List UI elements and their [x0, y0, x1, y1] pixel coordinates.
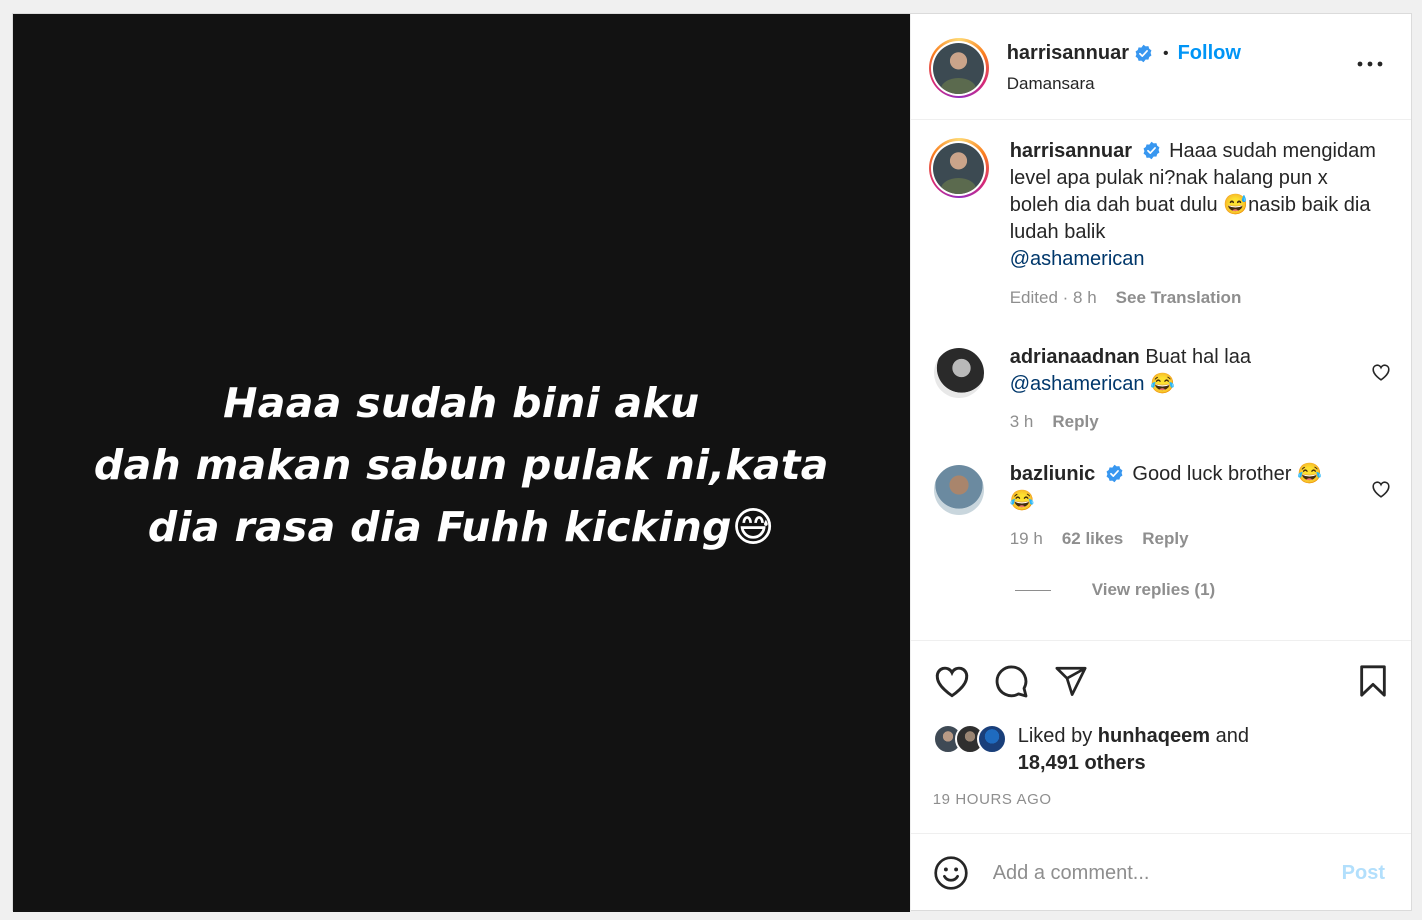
post-modal: Haaa sudah bini aku dah makan sabun pula… [12, 13, 1412, 912]
save-bookmark-icon[interactable] [1357, 664, 1389, 698]
commenter-username[interactable]: bazliunic [1010, 463, 1096, 485]
post-timestamp[interactable]: 19 HOURS AGO [933, 791, 1411, 808]
like-comment-heart-icon[interactable] [1371, 363, 1391, 381]
like-comment-heart-icon[interactable] [1371, 480, 1391, 498]
author-username[interactable]: harrisannuar [1007, 42, 1129, 65]
comment-time: 3 h [1009, 412, 1034, 431]
likes-others-count[interactable]: 18,491 others [1018, 752, 1146, 774]
post-header: harrisannuar • Follow Damansara [910, 14, 1411, 120]
liker-avatar [976, 724, 1007, 754]
avatar-photo [933, 42, 985, 94]
comment-text: Good luck brother 😂 [1132, 463, 1322, 485]
verified-badge-icon [1106, 464, 1123, 483]
reply-button[interactable]: Reply [1142, 525, 1188, 552]
comment-mention[interactable]: @ashamerican [1010, 373, 1145, 395]
follow-button[interactable]: Follow [1178, 42, 1241, 65]
more-horizontal-icon[interactable] [1357, 54, 1383, 74]
liked-by-user[interactable]: hunhaqeem [1098, 725, 1210, 747]
author-avatar[interactable] [928, 38, 989, 98]
avatar-photo [933, 142, 985, 194]
separator-dot: • [1162, 44, 1169, 62]
media-text: Haaa sudah bini aku dah makan sabun pula… [94, 372, 829, 558]
caption-mention[interactable]: @ashamerican [1010, 248, 1145, 270]
media-text-line: dia rasa dia Fuhh kicking😅 [147, 503, 775, 551]
liked-by-prefix: Liked by [1017, 725, 1093, 747]
caption-username[interactable]: harrisannuar [1010, 140, 1132, 162]
caption-time: Edited · 8 h [1009, 288, 1097, 307]
commenter-username[interactable]: adrianaadnan [1010, 346, 1140, 368]
see-translation-link[interactable]: See Translation [1116, 284, 1242, 311]
commenter-avatar[interactable] [933, 465, 984, 515]
replies-divider-line [1014, 589, 1051, 591]
comment-time: 19 h [1009, 529, 1043, 548]
post-media[interactable]: Haaa sudah bini aku dah makan sabun pula… [13, 14, 910, 912]
comment-icon[interactable] [993, 663, 1029, 699]
comment-likes-count[interactable]: 62 likes [1062, 525, 1123, 552]
comment-item: bazliunic Good luck brother 😂 😂 19 h 62 … [929, 461, 1411, 552]
media-text-line: Haaa sudah bini aku [223, 379, 700, 427]
caption: harrisannuar Haaa sudah mengidam level a… [928, 138, 1411, 311]
post-side-panel: harrisannuar • Follow Damansara harrisan… [909, 14, 1411, 912]
comment-text: Buat hal laa [1145, 346, 1251, 368]
post-comment-button[interactable]: Post [1342, 862, 1385, 885]
media-text-line: dah makan sabun pulak ni,kata [93, 441, 829, 489]
add-comment-input[interactable] [992, 861, 1313, 885]
heart-icon[interactable] [933, 664, 971, 698]
reply-button[interactable]: Reply [1052, 408, 1098, 435]
verified-badge-icon [1135, 44, 1152, 63]
liked-by-and: and [1215, 725, 1249, 747]
post-actions: Liked by hunhaqeem and 18,491 others 19 … [910, 640, 1411, 833]
add-comment-bar: Post [910, 833, 1411, 912]
comment-emoji: 😂 [1150, 373, 1175, 395]
emoji-icon[interactable] [933, 855, 969, 891]
view-replies-label: View replies (1) [1091, 580, 1216, 599]
share-send-icon[interactable] [1053, 664, 1089, 698]
comments-section[interactable]: harrisannuar Haaa sudah mengidam level a… [911, 120, 1411, 640]
likes-summary: Liked by hunhaqeem and 18,491 others [932, 723, 1411, 777]
comment-emoji: 😂 [1009, 490, 1035, 512]
verified-badge-icon [1143, 141, 1159, 160]
comment-item: adrianaadnan Buat hal laa @ashamerican 😂… [929, 344, 1411, 435]
likers-avatars[interactable] [932, 724, 1015, 756]
post-location[interactable]: Damansara [1007, 74, 1241, 94]
view-replies-button[interactable]: View replies (1) [1014, 580, 1411, 600]
caption-avatar[interactable] [928, 138, 989, 198]
commenter-avatar[interactable] [933, 348, 984, 398]
